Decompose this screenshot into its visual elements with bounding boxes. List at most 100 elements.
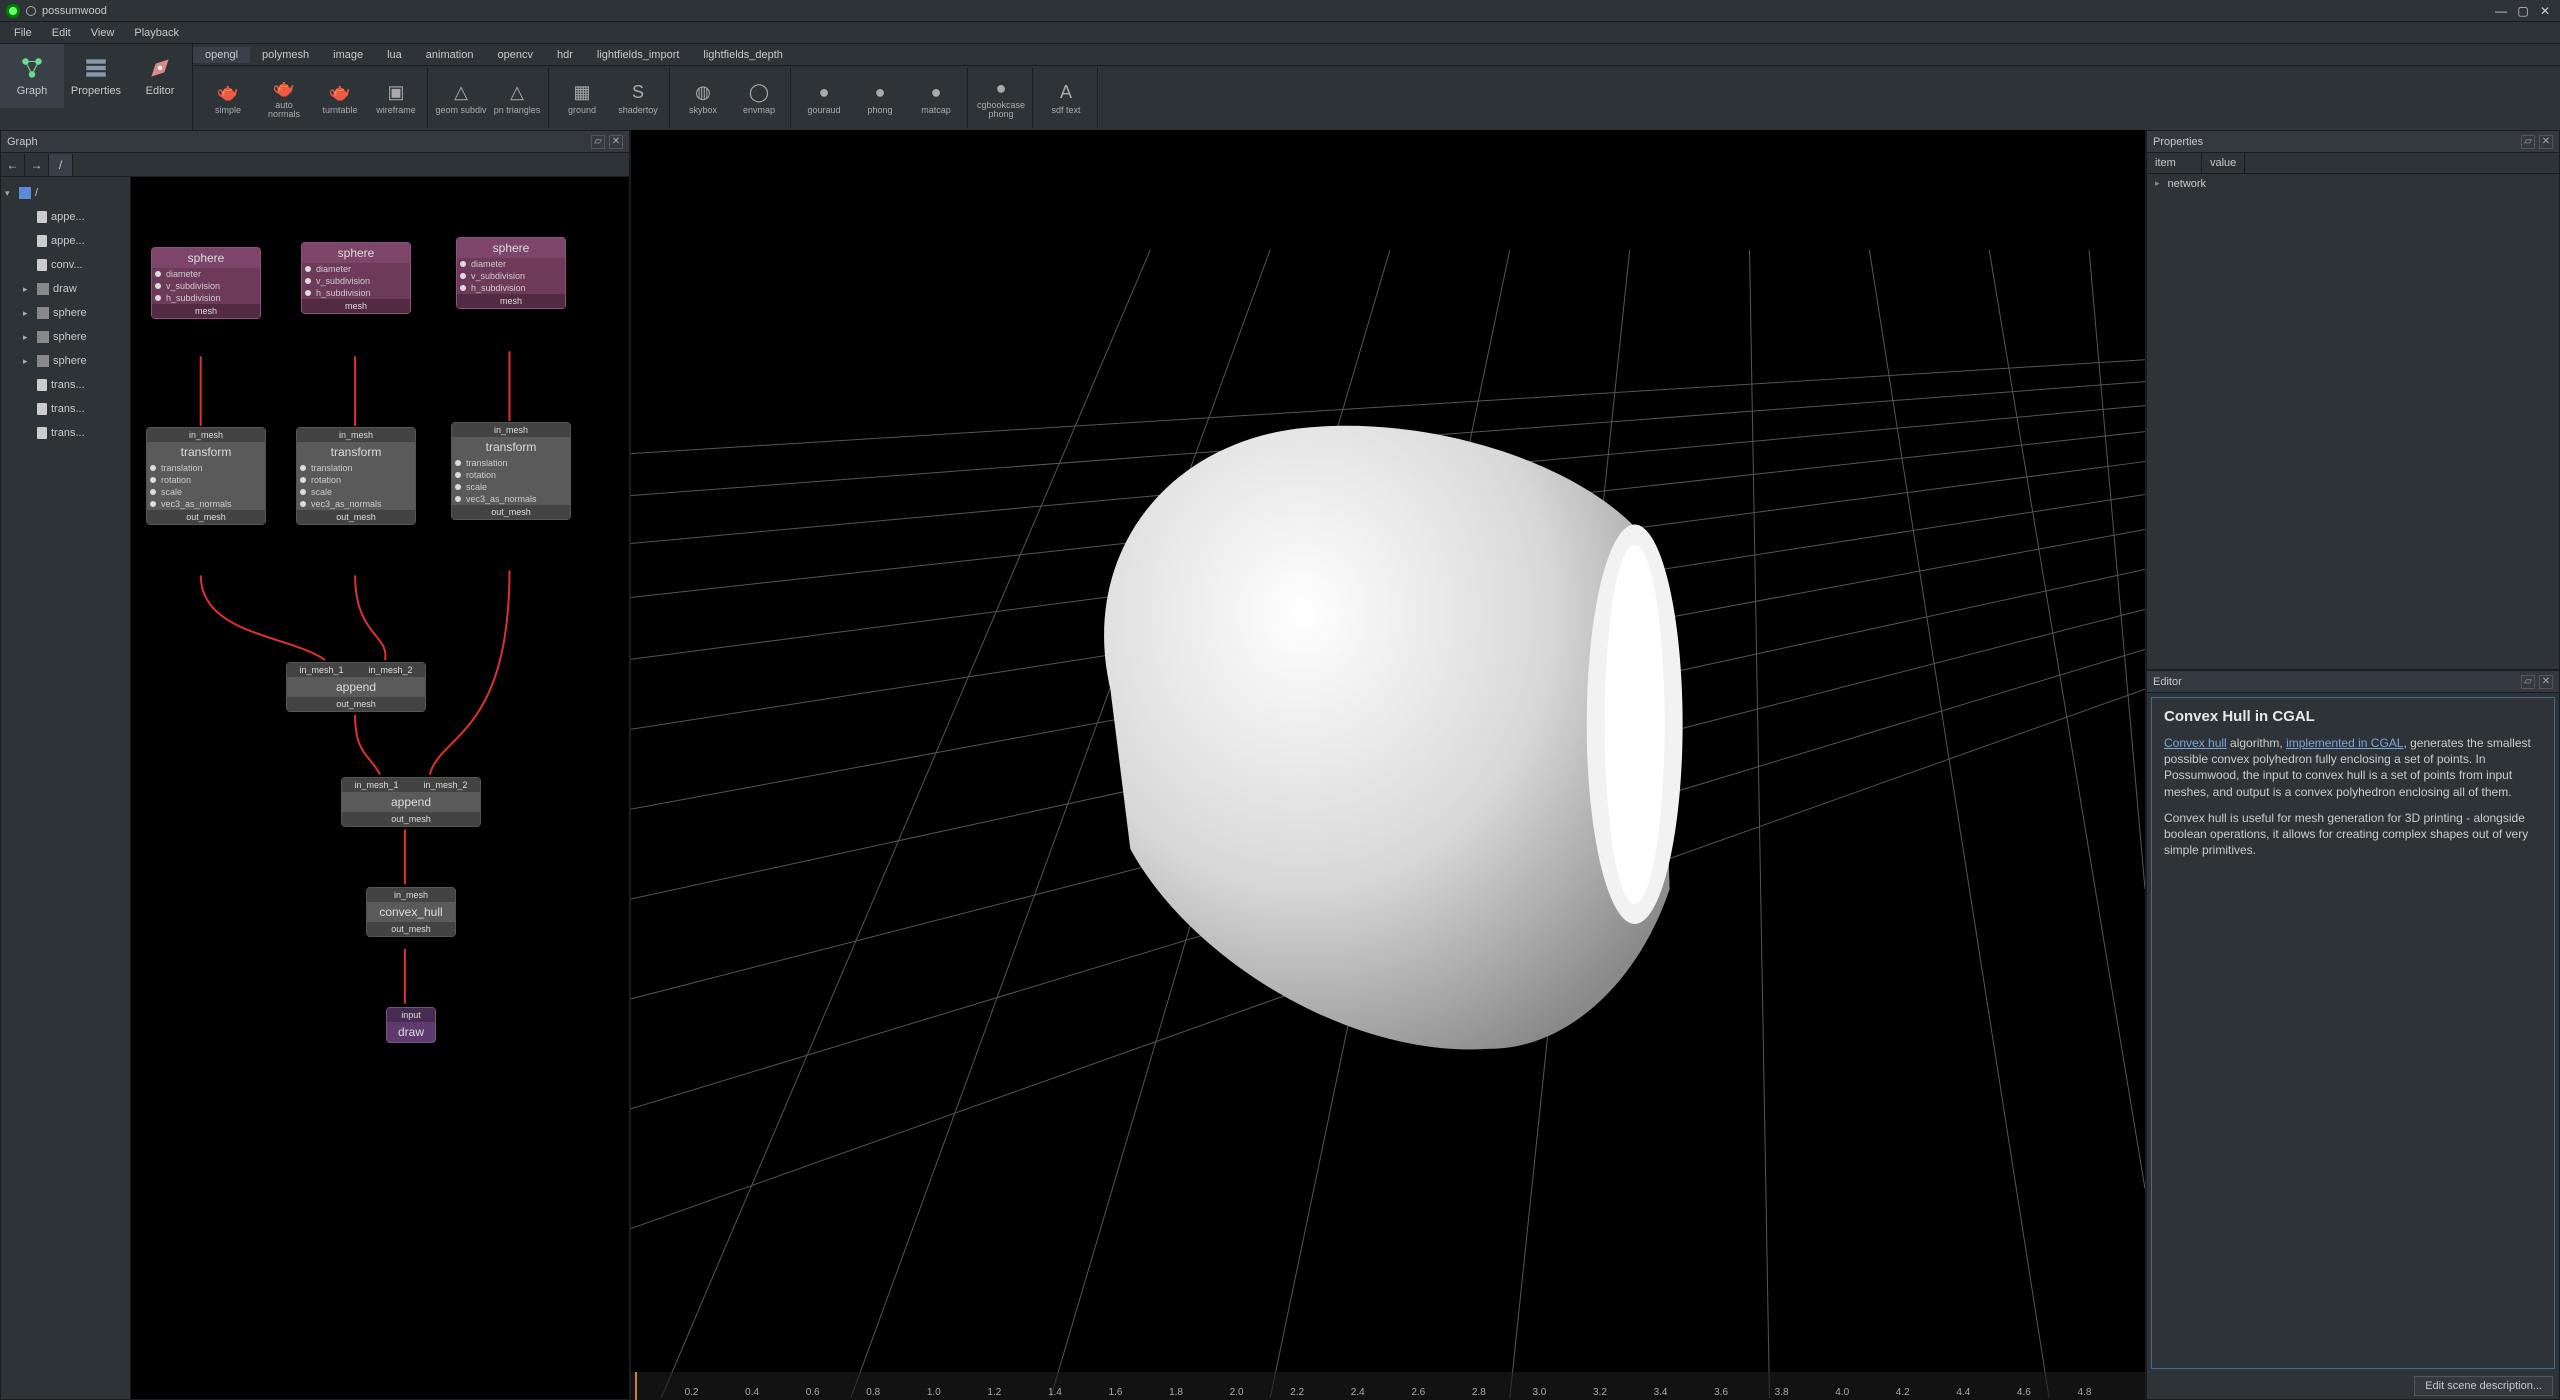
node-append[interactable]: in_mesh_1 in_mesh_2 append out_mesh [286,662,426,712]
node-port[interactable]: scale [452,481,570,493]
tool-envmap[interactable]: ◯envmap [732,70,786,126]
node-out[interactable]: out_mesh [452,505,570,519]
tool-tab-lightfields-import[interactable]: lightfields_import [585,47,692,63]
tree-item[interactable]: ▾/ [1,181,130,205]
minimize-button[interactable]: — [2492,2,2510,20]
edit-scene-description-button[interactable]: Edit scene description... [2414,1376,2553,1396]
node-port[interactable]: h_subdivision [302,287,410,299]
node-out[interactable]: mesh [457,294,565,308]
tree-item[interactable]: ▸sphere [1,301,130,325]
menu-view[interactable]: View [81,25,125,41]
close-button[interactable]: ✕ [2536,2,2554,20]
nav-path-segment[interactable]: / [49,154,73,176]
node-out[interactable]: out_mesh [287,697,425,711]
tool-tab-opencv[interactable]: opencv [485,47,544,63]
panel-close-icon[interactable]: ✕ [2539,675,2553,689]
node-sphere[interactable]: sphere diameter v_subdivision h_subdivis… [151,247,261,319]
chevron-right-icon[interactable]: ▸ [23,356,33,367]
tool-ground[interactable]: ▦ground [555,70,609,126]
node-port[interactable]: scale [147,486,265,498]
editor-link-cgal[interactable]: implemented in CGAL [2286,736,2403,750]
node-in[interactable]: in_mesh [147,428,265,442]
tool-tab-lua[interactable]: lua [375,47,414,63]
tree-item[interactable]: trans... [1,373,130,397]
tree-item[interactable]: conv... [1,253,130,277]
tool-wireframe[interactable]: ▣wireframe [369,70,423,126]
maximize-button[interactable]: ▢ [2514,2,2532,20]
node-port[interactable]: vec3_as_normals [147,498,265,510]
node-sphere[interactable]: sphere diameter v_subdivision h_subdivis… [301,242,411,314]
node-convex-hull[interactable]: in_mesh convex_hull out_mesh [366,887,456,937]
tool-simple[interactable]: 🫖simple [201,70,255,126]
tree-item[interactable]: ▸draw [1,277,130,301]
node-append[interactable]: in_mesh_1 in_mesh_2 append out_mesh [341,777,481,827]
node-out[interactable]: mesh [152,304,260,318]
node-port[interactable]: h_subdivision [152,292,260,304]
node-port[interactable]: diameter [457,258,565,270]
tool-tab-animation[interactable]: animation [414,47,486,63]
tool-tab-lightfields-depth[interactable]: lightfields_depth [691,47,795,63]
tool-phong[interactable]: ●phong [853,70,907,126]
node-out[interactable]: out_mesh [147,510,265,524]
node-in[interactable]: in_mesh [452,423,570,437]
mode-graph[interactable]: Graph [0,44,64,108]
node-port[interactable]: rotation [297,474,415,486]
node-port[interactable]: diameter [302,263,410,275]
tool-auto-normals[interactable]: 🫖auto normals [257,70,311,126]
tool-tab-hdr[interactable]: hdr [545,47,585,63]
node-port[interactable]: scale [297,486,415,498]
tool-gouraud[interactable]: ●gouraud [797,70,851,126]
tool-turntable[interactable]: 🫖turntable [313,70,367,126]
tool-tab-opengl[interactable]: opengl [193,47,250,63]
node-transform[interactable]: in_mesh transform translation rotation s… [296,427,416,525]
graph-tree[interactable]: ▾/appe...appe...conv...▸draw▸sphere▸sphe… [1,177,131,1399]
node-port[interactable]: v_subdivision [152,280,260,292]
tree-item[interactable]: trans... [1,397,130,421]
mode-editor[interactable]: Editor [128,44,192,108]
chevron-right-icon[interactable]: ▸ [23,308,33,319]
node-transform[interactable]: in_mesh transform translation rotation s… [451,422,571,520]
tree-item[interactable]: ▸sphere [1,325,130,349]
tree-item[interactable]: ▸sphere [1,349,130,373]
panel-close-icon[interactable]: ✕ [2539,135,2553,149]
nav-back-button[interactable]: ← [1,154,25,176]
editor-link-convex-hull[interactable]: Convex hull [2164,736,2227,750]
node-canvas[interactable]: sphere diameter v_subdivision h_subdivis… [131,177,629,1399]
node-transform[interactable]: in_mesh transform translation rotation s… [146,427,266,525]
panel-close-icon[interactable]: ✕ [609,135,623,149]
node-port[interactable]: translation [297,462,415,474]
node-draw[interactable]: input draw [386,1007,436,1043]
tool-geom-subdiv[interactable]: △geom subdiv [434,70,488,126]
chevron-right-icon[interactable]: ▾ [5,188,15,199]
tool-skybox[interactable]: ◍skybox [676,70,730,126]
menu-file[interactable]: File [4,25,42,41]
tool-shadertoy[interactable]: Sshadertoy [611,70,665,126]
node-sphere[interactable]: sphere diameter v_subdivision h_subdivis… [456,237,566,309]
viewport-3d[interactable]: 0.20.40.60.81.01.21.41.61.82.02.22.42.62… [630,130,2146,1400]
window-menu-icon[interactable] [26,6,36,16]
node-in[interactable]: in_mesh_1 [287,663,356,677]
mode-properties[interactable]: Properties [64,44,128,108]
node-in[interactable]: in_mesh [367,888,455,902]
node-out[interactable]: out_mesh [342,812,480,826]
menu-playback[interactable]: Playback [124,25,189,41]
node-in[interactable]: in_mesh_2 [411,778,480,792]
menu-edit[interactable]: Edit [42,25,81,41]
node-port[interactable]: translation [452,457,570,469]
tree-item[interactable]: trans... [1,421,130,445]
node-port[interactable]: diameter [152,268,260,280]
node-out[interactable]: mesh [302,299,410,313]
panel-undock-icon[interactable]: ▱ [2521,135,2535,149]
panel-undock-icon[interactable]: ▱ [591,135,605,149]
panel-undock-icon[interactable]: ▱ [2521,675,2535,689]
node-port[interactable]: h_subdivision [457,282,565,294]
node-out[interactable]: out_mesh [367,922,455,936]
tool-sdf-text[interactable]: Asdf text [1039,70,1093,126]
node-in[interactable]: in_mesh_1 [342,778,411,792]
node-in[interactable]: in_mesh [297,428,415,442]
node-port[interactable]: translation [147,462,265,474]
tree-item[interactable]: appe... [1,229,130,253]
tool-tab-image[interactable]: image [321,47,375,63]
node-port[interactable]: vec3_as_normals [452,493,570,505]
chevron-right-icon[interactable]: ▸ [23,332,33,343]
